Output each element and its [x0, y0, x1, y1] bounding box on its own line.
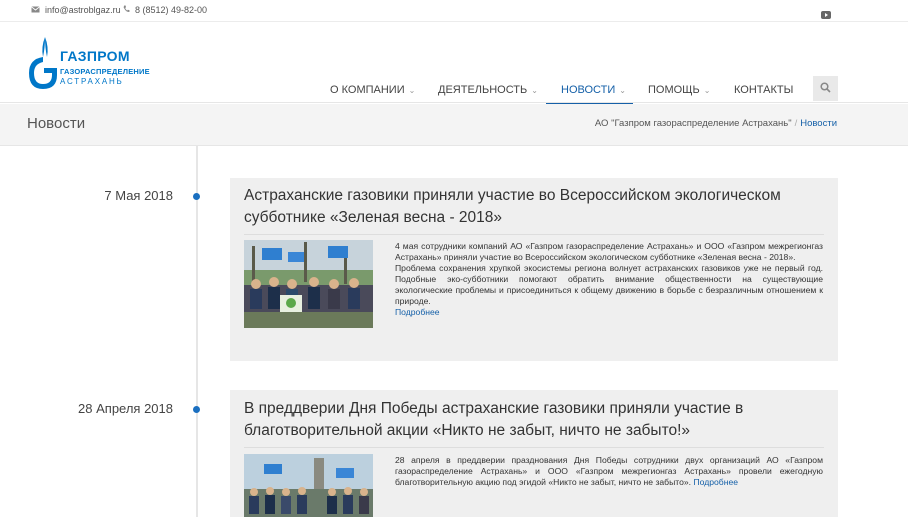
envelope-icon — [31, 5, 40, 15]
news-excerpt: 4 мая сотрудники компаний АО «Газпром га… — [395, 241, 823, 318]
news-card: Астраханские газовики приняли участие во… — [230, 178, 838, 361]
news-excerpt-para: Проблема сохранения хрупкой экосистемы р… — [395, 263, 823, 306]
news-title[interactable]: Астраханские газовики приняли участие во… — [244, 185, 824, 229]
news-card: В преддверии Дня Победы астраханские газ… — [230, 390, 838, 517]
email-link[interactable]: info@astroblgaz.ru — [45, 5, 121, 15]
top-contact-bar: info@astroblgaz.ru 8 (8512) 49-82-00 — [0, 0, 908, 22]
search-button[interactable] — [813, 76, 838, 101]
divider — [244, 234, 824, 235]
site-header: ГАЗПРОМ ГАЗОРАСПРЕДЕЛЕНИЕ АСТРАХАНЬ О ко… — [0, 22, 908, 105]
chevron-down-icon: ⌄ — [619, 85, 626, 95]
news-excerpt: 28 апреля в преддверии празднования Дня … — [395, 455, 823, 488]
breadcrumb-current[interactable]: Новости — [800, 118, 837, 129]
news-photo[interactable] — [244, 454, 373, 517]
nav-item-label: Новости — [561, 84, 616, 96]
news-date: 7 Мая 2018 — [104, 188, 173, 203]
page-title-bar: Новости АО "Газпром газораспределение Ас… — [0, 104, 908, 146]
phone-number[interactable]: 8 (8512) 49-82-00 — [135, 5, 207, 15]
news-date: 28 Апреля 2018 — [78, 401, 173, 416]
timeline-line — [196, 146, 198, 517]
read-more-link[interactable]: Подробнее — [395, 307, 440, 317]
nav-item-label: Помощь — [648, 84, 700, 96]
nav-item-activity[interactable]: Деятельность ⌄ — [438, 84, 538, 96]
news-excerpt-para: 4 мая сотрудники компаний АО «Газпром га… — [395, 241, 823, 262]
nav-item-label: Контакты — [734, 84, 794, 96]
news-photo[interactable] — [244, 240, 373, 328]
nav-item-label: Деятельность — [438, 84, 528, 96]
gazprom-flame-icon — [29, 37, 57, 89]
nav-item-news[interactable]: Новости ⌄ — [561, 84, 626, 96]
breadcrumb-separator: / — [794, 118, 798, 129]
nav-item-contacts[interactable]: Контакты — [734, 84, 793, 96]
company-logo[interactable]: ГАЗПРОМ ГАЗОРАСПРЕДЕЛЕНИЕ АСТРАХАНЬ — [27, 35, 150, 91]
read-more-link[interactable]: Подробнее — [693, 477, 738, 487]
nav-item-label: О компании — [330, 84, 405, 96]
chevron-down-icon: ⌄ — [408, 85, 416, 95]
breadcrumb-home[interactable]: АО "Газпром газораспределение Астрахань" — [595, 118, 792, 129]
breadcrumb: АО "Газпром газораспределение Астрахань"… — [595, 118, 837, 129]
chevron-down-icon: ⌄ — [703, 85, 711, 95]
news-excerpt-para: 28 апреля в преддверии празднования Дня … — [395, 455, 823, 487]
divider — [244, 447, 824, 448]
nav-item-help[interactable]: Помощь ⌄ — [648, 84, 710, 96]
logo-text-astrakhan: АСТРАХАНЬ — [60, 77, 124, 86]
contact-phone[interactable]: 8 (8512) 49-82-00 — [123, 5, 207, 15]
search-icon — [820, 80, 831, 98]
logo-text-gazprom: ГАЗПРОМ — [60, 48, 130, 64]
page-title: Новости — [27, 115, 86, 132]
nav-item-about[interactable]: О компании ⌄ — [330, 84, 415, 96]
timeline-dot — [193, 193, 200, 200]
chevron-down-icon: ⌄ — [531, 85, 538, 95]
phone-icon — [123, 5, 130, 15]
news-title[interactable]: В преддверии Дня Победы астраханские газ… — [244, 398, 824, 442]
contact-email[interactable]: info@astroblgaz.ru — [31, 5, 121, 15]
logo-text-gazoraspredelenie: ГАЗОРАСПРЕДЕЛЕНИЕ — [60, 67, 150, 76]
timeline-dot — [193, 406, 200, 413]
